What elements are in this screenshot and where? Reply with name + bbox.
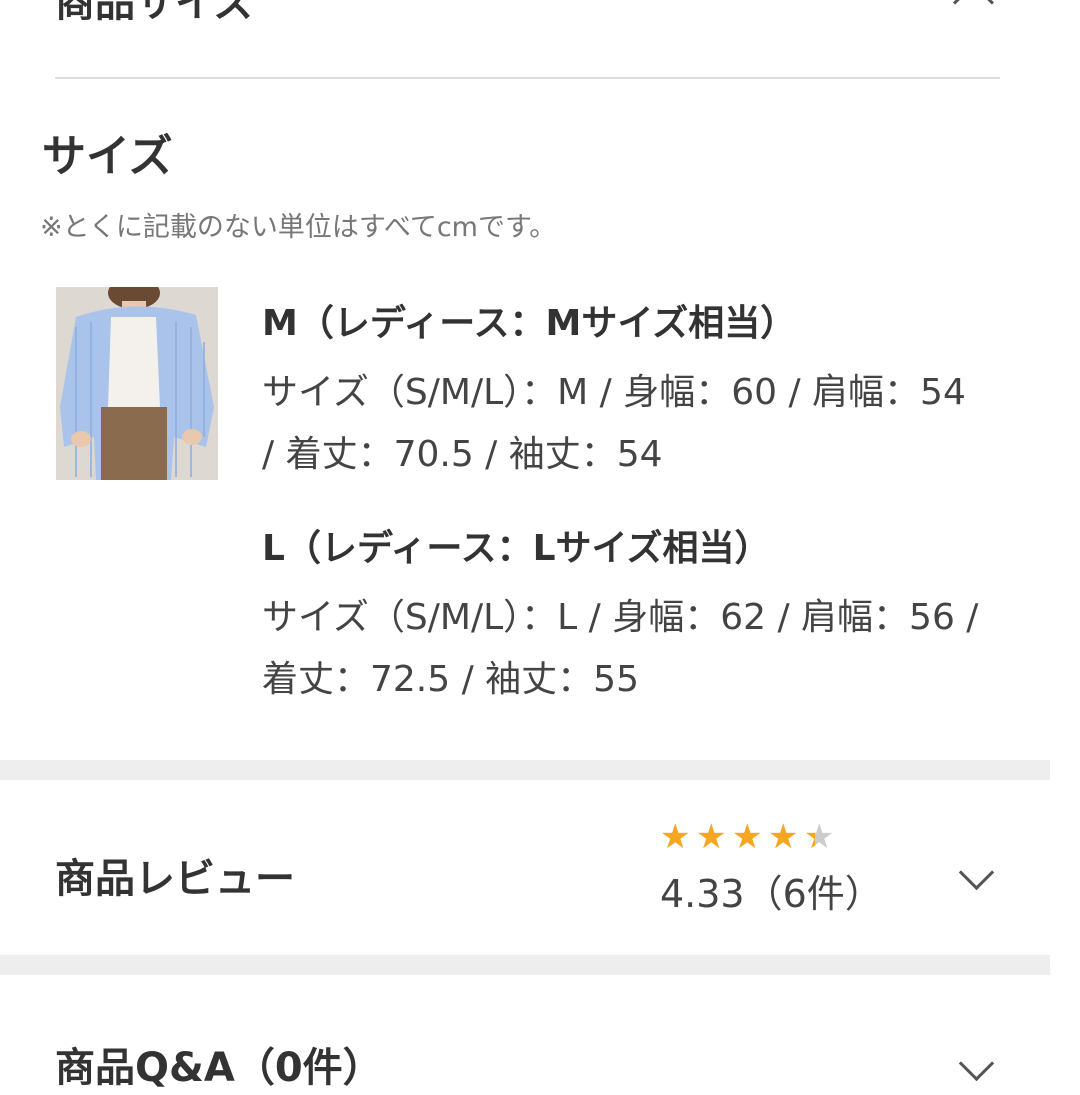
divider <box>55 77 1000 79</box>
star-icon: ★★ <box>732 820 766 854</box>
variant-title: L（レディース：Lサイズ相当） <box>262 528 771 569</box>
qa-section-title: 商品Q&A（0件） <box>55 1045 383 1091</box>
chevron-down-icon[interactable] <box>958 1045 995 1082</box>
size-variant-m: M（レディース：Mサイズ相当） サイズ（S/M/L）：M / 身幅：60 / 肩… <box>262 300 982 486</box>
rating-stars: ★★★★★★★★★★ <box>660 820 838 854</box>
section-separator <box>0 760 1050 780</box>
star-icon: ★★ <box>768 820 802 854</box>
star-fill: ★ <box>804 820 815 854</box>
qa-section-row[interactable]: 商品Q&A（0件） <box>0 975 1050 1095</box>
chevron-up-icon[interactable] <box>952 0 995 24</box>
product-thumbnail <box>56 287 218 480</box>
chevron-down-icon[interactable] <box>958 854 995 891</box>
star-icon: ★★ <box>696 820 730 854</box>
variant-spec: サイズ（S/M/L）：L / 身幅：62 / 肩幅：56 / 着丈：72.5 /… <box>262 597 979 700</box>
size-section-title: 商品サイズ <box>55 0 254 26</box>
star-fill: ★ <box>696 820 727 854</box>
rating-summary: 4.33（6件） <box>660 872 883 916</box>
size-unit-note: ※とくに記載のない単位はすべてcmです。 <box>40 212 557 243</box>
star-icon: ★★ <box>660 820 694 854</box>
section-separator <box>0 955 1050 975</box>
review-section-row[interactable]: 商品レビュー ★★★★★★★★★★ 4.33（6件） <box>0 780 1050 955</box>
variant-spec: サイズ（S/M/L）：M / 身幅：60 / 肩幅：54 / 着丈：70.5 /… <box>262 372 966 475</box>
star-fill: ★ <box>660 820 691 854</box>
size-section-header[interactable]: 商品サイズ <box>55 0 1000 38</box>
size-subtitle: サイズ <box>42 131 173 182</box>
review-section-title: 商品レビュー <box>55 856 295 902</box>
star-fill: ★ <box>768 820 799 854</box>
shirt-model-image <box>56 287 218 480</box>
size-variant-l: L（レディース：Lサイズ相当） サイズ（S/M/L）：L / 身幅：62 / 肩… <box>262 525 982 711</box>
star-fill: ★ <box>732 820 763 854</box>
variant-title: M（レディース：Mサイズ相当） <box>262 303 797 344</box>
star-icon: ★★ <box>804 817 835 857</box>
